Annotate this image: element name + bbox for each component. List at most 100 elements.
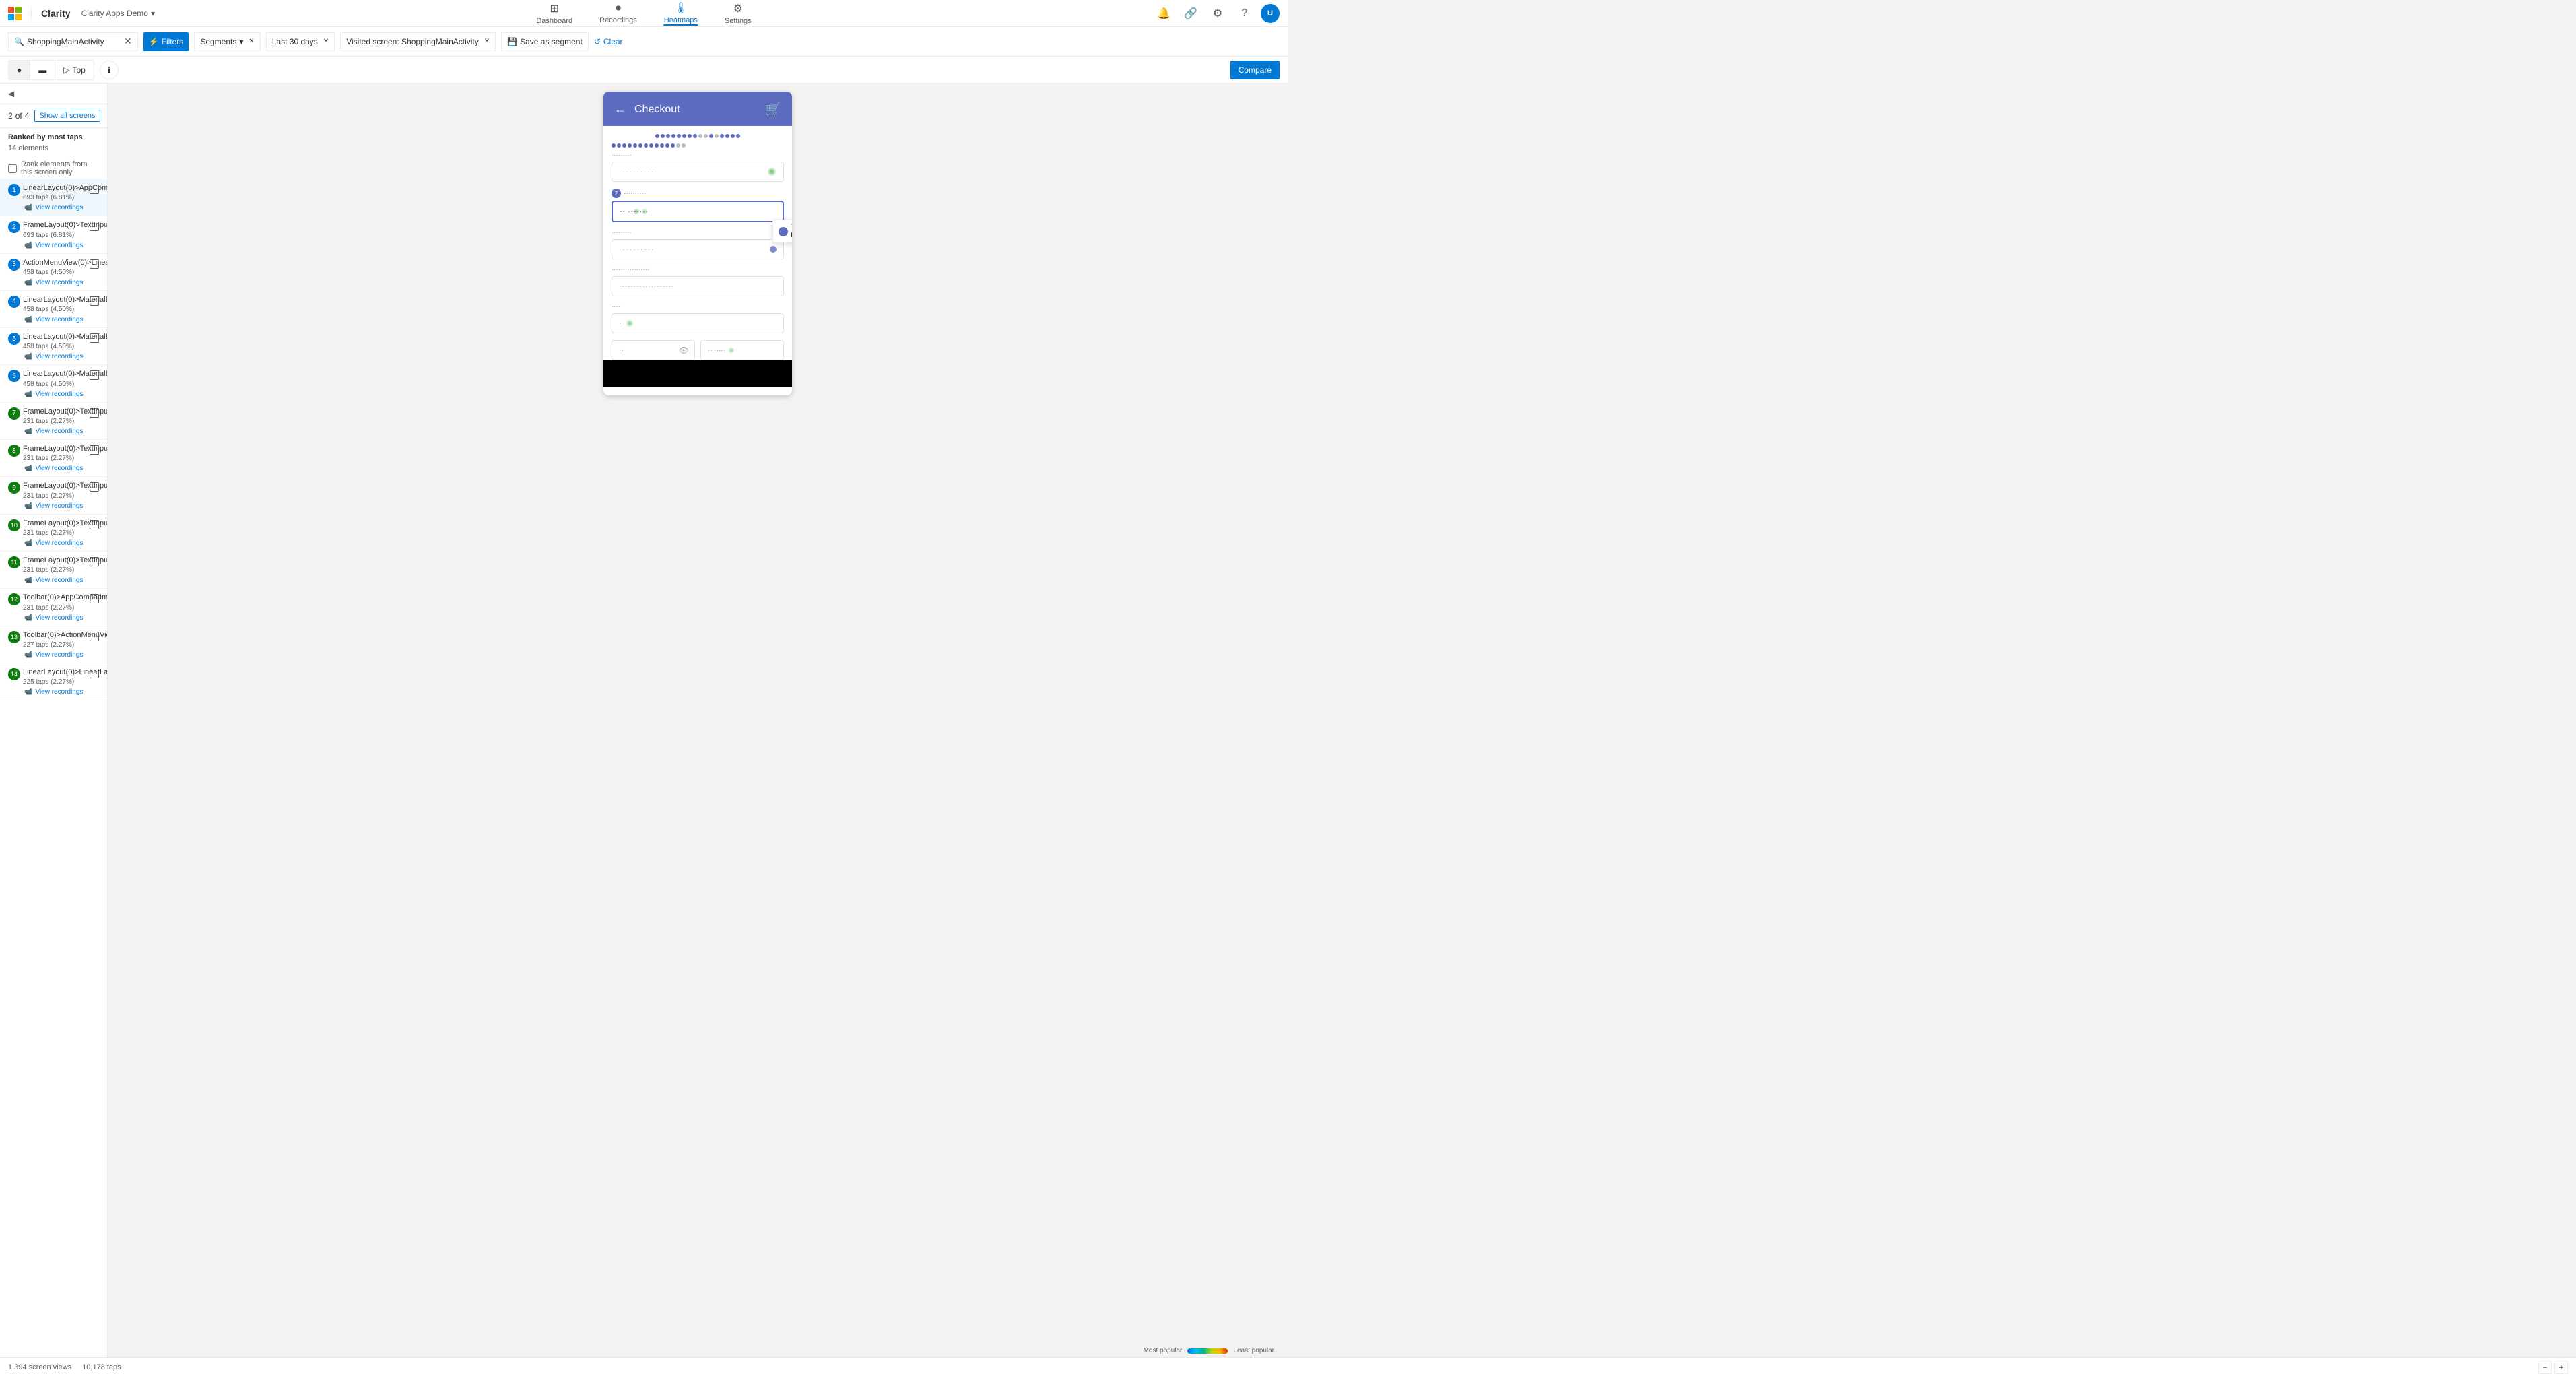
element-checkbox-6[interactable]: [90, 370, 99, 380]
view-recordings-label-2: View recordings: [35, 242, 83, 249]
view-recordings-link-7[interactable]: 📹 View recordings: [24, 428, 99, 435]
nav-recordings[interactable]: ⏺ Recordings: [594, 0, 642, 27]
element-item-7[interactable]: 7 FrameLayout(0)>TextInputEditTex... 231…: [0, 403, 107, 440]
element-checkbox-4[interactable]: [90, 296, 99, 306]
segments-chip[interactable]: Segments ▾ ✕: [194, 32, 260, 51]
phone-field-7[interactable]: ·· ·····: [700, 340, 784, 360]
last30-close-icon[interactable]: ✕: [323, 38, 329, 45]
top-mode-button[interactable]: ▷ Top: [55, 61, 94, 79]
phone-field-3[interactable]: ·········· Taps 693 6.81% 📷: [612, 239, 784, 259]
filters-chip[interactable]: ⚡ Filters: [143, 32, 189, 51]
element-checkbox-9[interactable]: [90, 482, 99, 492]
element-item-1[interactable]: 1 LinearLayout(0)>AppCompatIma... 693 ta…: [0, 179, 107, 216]
element-item-10[interactable]: 10 FrameLayout(0)>TextInputEditTex... 23…: [0, 515, 107, 552]
view-recordings-link-13[interactable]: 📹 View recordings: [24, 651, 99, 659]
element-title-6: LinearLayout(0)>MaterialButton[0]: [23, 369, 87, 379]
element-item-3[interactable]: 3 ActionMenuView(0)>LinearLayo... 458 ta…: [0, 254, 107, 291]
phone-field-4[interactable]: ···················: [612, 276, 784, 296]
zoom-in-button[interactable]: +: [2554, 1361, 2568, 1374]
search-input[interactable]: [27, 37, 121, 46]
search-box[interactable]: 🔍 ✕: [8, 32, 138, 51]
element-checkbox-1[interactable]: [90, 185, 99, 194]
element-checkbox-5[interactable]: [90, 333, 99, 343]
legend-gradient: [1187, 1348, 1228, 1354]
nav-dashboard[interactable]: ⊞ Dashboard: [531, 0, 578, 28]
phone-field-2[interactable]: ·· ·······: [612, 201, 784, 222]
settings-button[interactable]: ⚙: [1207, 3, 1228, 24]
clear-button[interactable]: ↺ Clear: [594, 37, 623, 46]
element-checkbox-7[interactable]: [90, 408, 99, 418]
view-recordings-link-6[interactable]: 📹 View recordings: [24, 391, 99, 398]
element-item-8[interactable]: 8 FrameLayout(0)>TextInputTex... 231 tap…: [0, 440, 107, 477]
search-clear-icon[interactable]: ✕: [124, 36, 132, 47]
phone-field-6[interactable]: ·· 👁: [612, 340, 695, 360]
phone-field-1[interactable]: ··········: [612, 162, 784, 182]
phone-screen-title: Checkout: [634, 104, 756, 116]
element-item-4[interactable]: 4 LinearLayout(0)>MaterialButton[0] 458 …: [0, 291, 107, 328]
view-recordings-link-3[interactable]: 📹 View recordings: [24, 279, 99, 286]
element-item-14[interactable]: 14 LinearLayout(0)>LinearLayout(0) 225 t…: [0, 663, 107, 700]
element-item-9[interactable]: 9 FrameLayout(0)>TextInputEditTex... 231…: [0, 477, 107, 514]
info-button[interactable]: ℹ: [100, 61, 119, 79]
element-checkbox-14[interactable]: [90, 669, 99, 678]
dot-9: [698, 134, 702, 138]
view-recordings-link-1[interactable]: 📹 View recordings: [24, 204, 99, 211]
area-mode-button[interactable]: ▬: [30, 61, 55, 79]
element-item-6[interactable]: 6 LinearLayout(0)>MaterialButton[0] 458 …: [0, 365, 107, 402]
element-item-12[interactable]: 12 Toolbar(0)>AppCompatImageBut... 231 t…: [0, 589, 107, 626]
element-stats-5: 458 taps (4.50%): [23, 343, 87, 350]
element-number-2: 2: [8, 221, 20, 233]
rank-screen-only-checkbox[interactable]: [8, 164, 17, 173]
screen-current: 2: [8, 111, 13, 121]
element-stats-14: 225 taps (2.27%): [23, 678, 87, 686]
element-item-13[interactable]: 13 Toolbar(0)>ActionMenuView(0) 227 taps…: [0, 626, 107, 663]
save-segment-button[interactable]: 💾 Save as segment: [501, 32, 589, 51]
screen-chip[interactable]: Visited screen: ShoppingMainActivity ✕: [340, 32, 496, 51]
element-title-4: LinearLayout(0)>MaterialButton[0]: [23, 295, 87, 304]
element-checkbox-12[interactable]: [90, 594, 99, 603]
view-recordings-link-4[interactable]: 📹 View recordings: [24, 316, 99, 323]
compare-button[interactable]: Compare: [1230, 61, 1280, 79]
phone-back-button[interactable]: ←: [614, 102, 626, 117]
view-recordings-link-12[interactable]: 📹 View recordings: [24, 614, 99, 622]
element-item-11[interactable]: 11 FrameLayout(0)>TextInputEditTex... 23…: [0, 552, 107, 589]
nav-settings[interactable]: ⚙ Settings: [719, 0, 757, 28]
element-checkbox-2[interactable]: [90, 222, 99, 231]
dot-10: [704, 134, 708, 138]
element-checkbox-10[interactable]: [90, 520, 99, 529]
panel-collapse-icon[interactable]: ◀: [8, 89, 14, 98]
zoom-out-button[interactable]: −: [2538, 1361, 2552, 1374]
segments-close-icon[interactable]: ✕: [249, 38, 254, 45]
avatar[interactable]: U: [1261, 4, 1280, 23]
phone-cart-icon[interactable]: 🛒: [764, 101, 781, 118]
view-recordings-link-9[interactable]: 📹 View recordings: [24, 502, 99, 510]
demo-selector[interactable]: Clarity Apps Demo ▾: [76, 6, 160, 21]
help-button[interactable]: ?: [1234, 3, 1255, 24]
view-recordings-link-11[interactable]: 📹 View recordings: [24, 577, 99, 584]
click-mode-button[interactable]: ●: [9, 61, 30, 79]
dot-1: [655, 134, 659, 138]
element-stats-11: 231 taps (2.27%): [23, 566, 87, 574]
element-title-9: FrameLayout(0)>TextInputEditTex...: [23, 481, 87, 490]
filters-label: Filters: [162, 37, 184, 46]
show-all-screens-button[interactable]: Show all screens: [34, 110, 100, 122]
element-checkbox-8[interactable]: [90, 445, 99, 455]
element-checkbox-13[interactable]: [90, 632, 99, 641]
nav-heatmaps[interactable]: 🌡 Heatmaps: [659, 0, 703, 28]
phone-field-5[interactable]: ·: [612, 313, 784, 333]
element-title-10: FrameLayout(0)>TextInputEditTex...: [23, 519, 87, 528]
view-recordings-link-2[interactable]: 📹 View recordings: [24, 242, 99, 249]
taps-count: 10,178 taps: [82, 1363, 121, 1371]
last30-chip[interactable]: Last 30 days ✕: [266, 32, 335, 51]
view-recordings-link-14[interactable]: 📹 View recordings: [24, 688, 99, 696]
view-recordings-link-10[interactable]: 📹 View recordings: [24, 539, 99, 547]
element-checkbox-11[interactable]: [90, 557, 99, 566]
element-item-2[interactable]: 2 FrameLayout(0)>TextInputTex... 693 tap…: [0, 216, 107, 253]
element-item-5[interactable]: 5 LinearLayout(0)>MaterialButton[0] 458 …: [0, 328, 107, 365]
view-recordings-link-8[interactable]: 📹 View recordings: [24, 465, 99, 472]
view-recordings-link-5[interactable]: 📹 View recordings: [24, 353, 99, 360]
share-button[interactable]: 🔗: [1180, 3, 1201, 24]
notification-button[interactable]: 🔔: [1153, 3, 1175, 24]
element-checkbox-3[interactable]: [90, 259, 99, 269]
screen-close-icon[interactable]: ✕: [484, 38, 490, 45]
